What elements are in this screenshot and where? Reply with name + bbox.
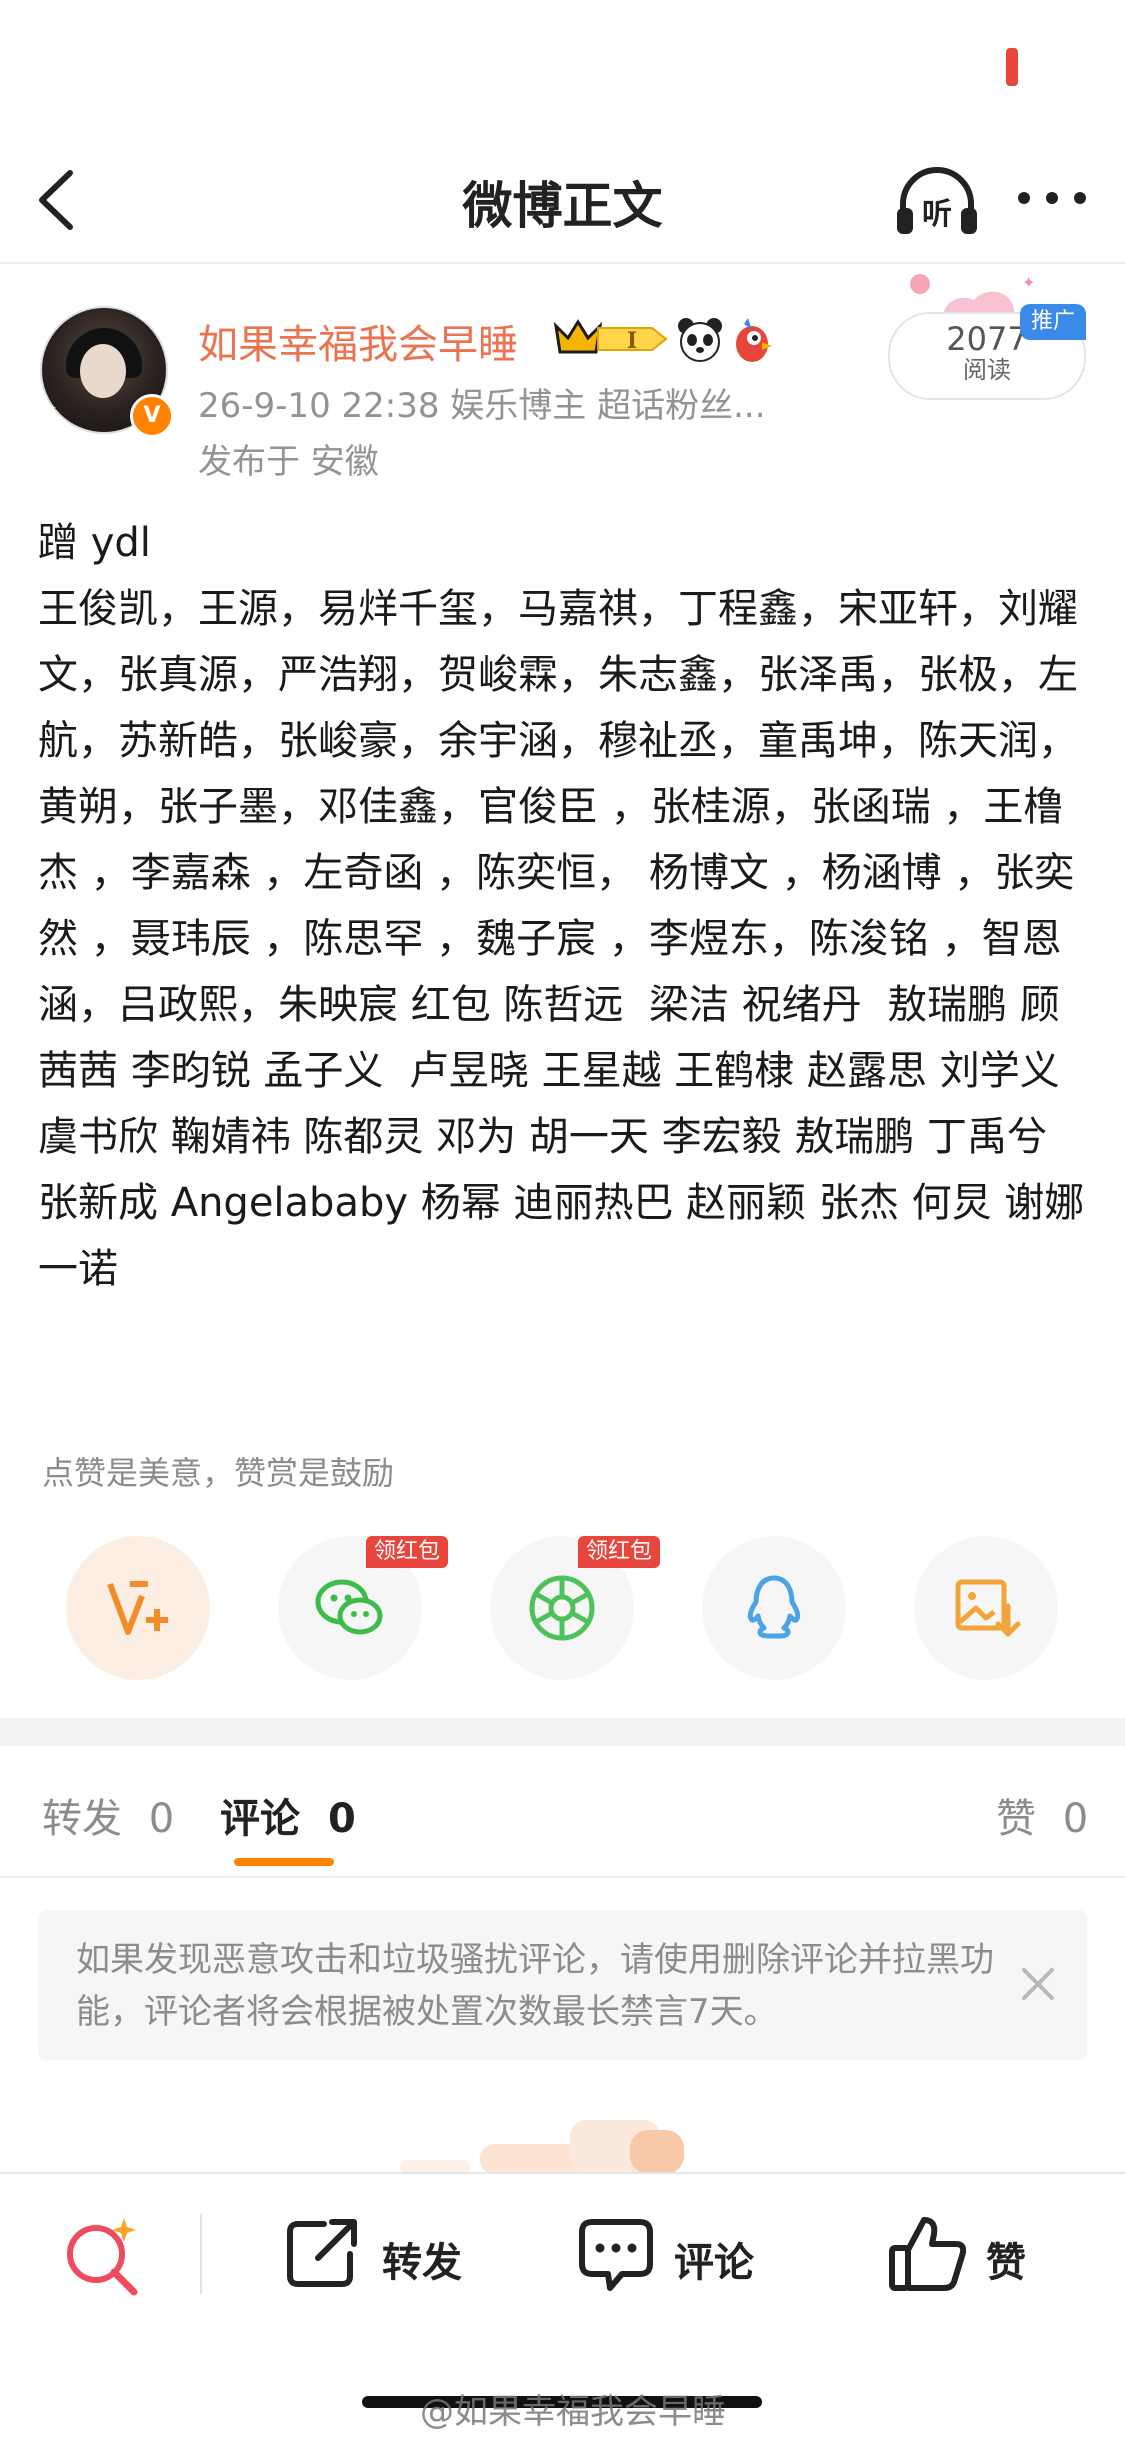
vplus-icon [107,1581,168,1635]
search-sparkle-icon [67,2218,138,2296]
redpack-tag[interactable]: 领红包 [366,1536,449,1568]
save-image-button[interactable] [914,1536,1058,1680]
svg-text:听: 听 [922,197,952,232]
watermark-text: @如果幸福我会早睡 [420,2392,726,2432]
wechat-icon [315,1579,383,1635]
post-meta: 26-9-10 22:38 娱乐博主 超话粉丝... [198,386,766,426]
thumbs-up-icon [889,2217,967,2291]
heart-icon: ♡ [132,298,156,328]
empty-state-illustration [400,2120,684,2174]
moments-icon [529,1575,595,1641]
qq-icon [747,1575,801,1639]
section-gap [0,1718,1125,1746]
sparkle-icon: ✦ [40,300,62,330]
comment-button[interactable]: 评论 [574,2210,774,2300]
nav-divider [0,262,1125,264]
more-dots-icon [1018,192,1086,204]
promo-badge[interactable]: 推广 [1020,304,1086,340]
close-icon [1022,1968,1054,2000]
tab-comments[interactable]: 评论 0 [220,1786,356,1844]
panda-badge-icon[interactable] [676,316,724,364]
tab-repost-label: 转发 [42,1796,122,1842]
sparkle-icon: ✧ [36,394,58,424]
vplus-share-button[interactable] [66,1536,210,1680]
tab-comments-count: 0 [327,1796,356,1842]
verified-badge: V [130,394,174,438]
level-text: I [627,328,637,354]
mascot-badge-icon[interactable] [732,316,774,364]
redpack-tag[interactable]: 领红包 [578,1536,661,1568]
comment-notice: 如果发现恶意攻击和垃圾骚扰评论，请使用删除评论并拉黑功能，评论者将会根据被处置次… [38,1910,1087,2060]
repost-button[interactable]: 转发 [282,2210,482,2300]
comment-label: 评论 [674,2240,754,2286]
notice-close-button[interactable] [1010,1956,1066,2012]
member-level-badge[interactable]: I [552,318,670,360]
more-button[interactable] [1010,168,1094,228]
status-indicator [1006,48,1018,86]
qq-share-button[interactable] [702,1536,846,1680]
read-label: 阅读 [963,356,1011,384]
tab-likes[interactable]: 赞 0 [996,1786,1088,1844]
comment-icon [579,2219,653,2291]
headphones-icon: 听 [897,167,977,234]
discover-button[interactable] [58,2210,158,2300]
post-location: 发布于 安徽 [198,442,379,482]
tab-likes-count: 0 [1062,1796,1089,1842]
reward-tip: 点赞是美意，赞赏是鼓励 [42,1454,395,1492]
avatar[interactable]: ✦ ♡ ✧ V [36,298,174,438]
listen-button[interactable]: 听 [893,166,981,238]
bottom-bar-separator [200,2214,202,2294]
like-label: 赞 [986,2240,1026,2286]
like-button[interactable]: 赞 [886,2210,1046,2300]
svg-text:✦: ✦ [1022,273,1035,292]
tab-likes-label: 赞 [996,1796,1036,1842]
tab-active-indicator [234,1858,334,1866]
tabs-divider [0,1876,1125,1878]
share-out-icon [287,2219,357,2287]
save-image-icon [955,1579,1021,1637]
author-name[interactable]: 如果幸福我会早睡 [198,312,518,370]
tab-repost-count: 0 [148,1796,175,1842]
repost-label: 转发 [382,2240,462,2286]
tab-repost[interactable]: 转发 0 [42,1786,174,1844]
notice-text: 如果发现恶意攻击和垃圾骚扰评论，请使用删除评论并拉黑功能，评论者将会根据被处置次… [76,1940,994,2032]
tab-comments-label: 评论 [220,1796,300,1842]
post-body: 蹭 ydl 王俊凯，王源，易烊千玺，马嘉祺，丁程鑫，宋亚轩，刘耀文，张真源，严浩… [38,520,1085,1292]
